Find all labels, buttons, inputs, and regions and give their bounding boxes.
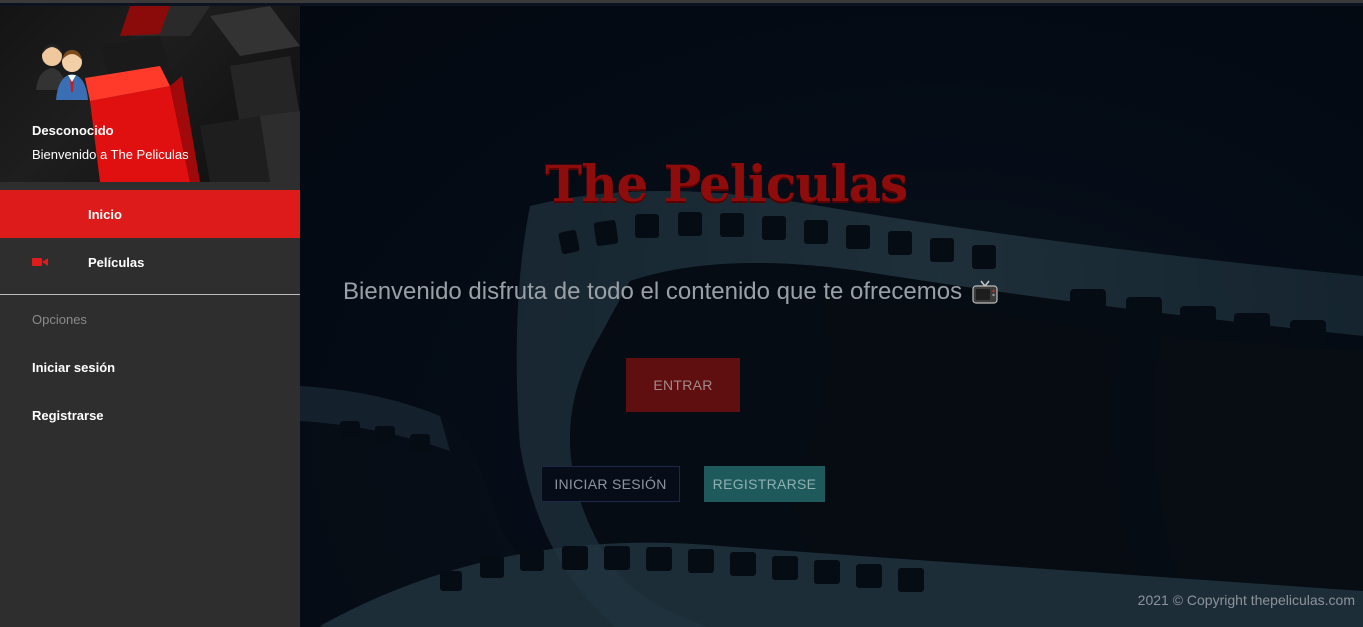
- copyright-footer: 2021 © Copyright thepeliculas.com: [1137, 592, 1355, 608]
- register-button[interactable]: REGISTRARSE: [704, 466, 825, 502]
- main-hero: The Peliculas Bienvenido disfruta de tod…: [300, 6, 1363, 627]
- nav-item-label: Inicio: [88, 206, 122, 222]
- sidebar-item-iniciar-sesion[interactable]: Iniciar sesión: [32, 360, 115, 375]
- users-avatar-icon: [36, 44, 88, 100]
- tv-icon: [972, 280, 998, 304]
- the-peliculas-logo: The Peliculas: [545, 154, 908, 213]
- nav-item-peliculas[interactable]: Películas: [0, 238, 300, 286]
- welcome-message: Bienvenido disfruta de todo el contenido…: [343, 278, 998, 306]
- enter-button[interactable]: ENTRAR: [626, 358, 740, 412]
- welcome-text: Bienvenido disfruta de todo el contenido…: [343, 278, 963, 305]
- sidebar-item-registrarse[interactable]: Registrarse: [32, 408, 104, 423]
- profile-subtitle: Bienvenido a The Peliculas: [32, 147, 189, 162]
- film-strip-background: [300, 6, 1363, 627]
- sidebar-divider: [0, 294, 300, 295]
- login-button[interactable]: INICIAR SESIÓN: [541, 466, 680, 502]
- sidebar: Desconocido Bienvenido a The Peliculas I…: [0, 6, 300, 627]
- section-title-opciones: Opciones: [32, 312, 87, 327]
- nav-item-label: Películas: [88, 254, 145, 270]
- video-camera-icon: [32, 258, 48, 266]
- profile-name: Desconocido: [32, 123, 114, 138]
- profile-header: Desconocido Bienvenido a The Peliculas: [0, 6, 300, 182]
- nav-item-inicio[interactable]: Inicio: [0, 190, 300, 238]
